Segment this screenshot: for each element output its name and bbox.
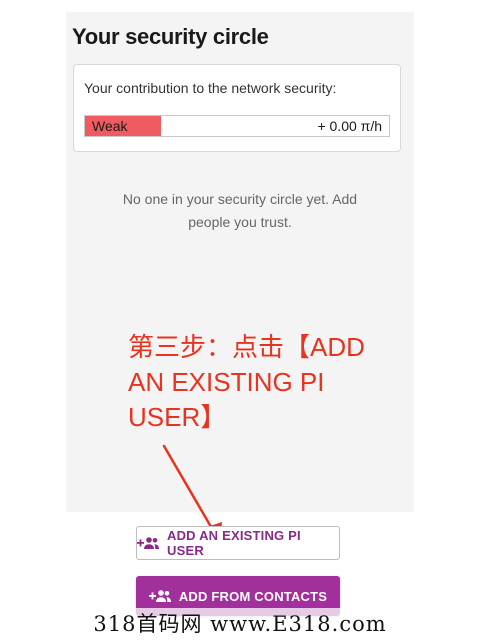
contribution-label: Your contribution to the network securit…	[84, 80, 337, 96]
group-add-icon	[148, 589, 171, 603]
add-from-contacts-label: ADD FROM CONTACTS	[178, 588, 328, 604]
mining-rate: + 0.00 π/h	[317, 118, 382, 134]
strength-label: Weak	[92, 118, 128, 134]
add-existing-label: ADD AN EXISTING PI USER	[167, 528, 301, 558]
contribution-card: Your contribution to the network securit…	[73, 64, 401, 152]
group-add-icon	[137, 536, 159, 550]
site-watermark: 318首码网 www.E318.com	[0, 608, 480, 640]
page: Your security circle Your contribution t…	[0, 0, 480, 640]
security-strength-meter: Weak + 0.00 π/h	[84, 115, 390, 137]
page-title: Your security circle	[72, 24, 269, 49]
add-existing-pi-user-button[interactable]: ADD AN EXISTING PI USER	[136, 526, 340, 560]
instruction-annotation: 第三步：点击【ADD AN EXISTING PI USER】	[128, 332, 365, 432]
empty-circle-message: No one in your security circle yet. Add …	[122, 191, 358, 230]
